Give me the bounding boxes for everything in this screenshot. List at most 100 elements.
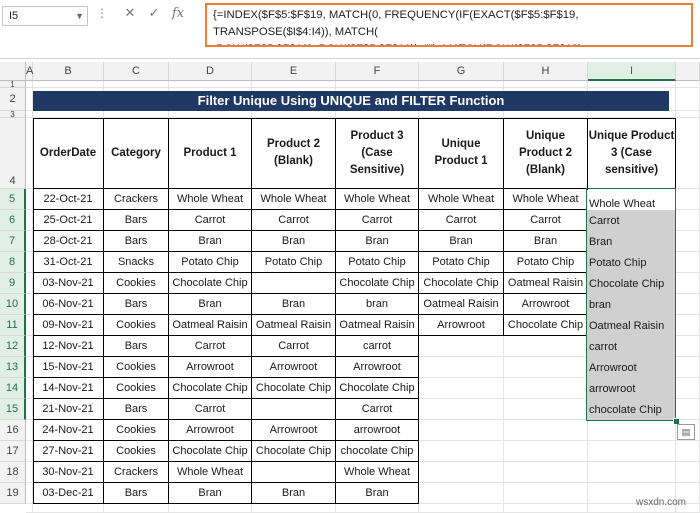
formula-input[interactable]: {=INDEX($F$5:$F$19, MATCH(0, FREQUENCY(I… <box>205 3 693 47</box>
table-cell: Oatmeal Raisin <box>336 315 419 336</box>
row-header-1[interactable]: 1 <box>0 81 26 88</box>
row-header-17[interactable]: 17 <box>0 441 26 462</box>
row-header-2[interactable]: 2 <box>0 88 26 111</box>
table-cell: Bars <box>104 294 169 315</box>
row-header-10[interactable]: 10 <box>0 294 26 315</box>
table-cell: 09-Nov-21 <box>33 315 104 336</box>
table-cell: Chocolate Chip <box>336 273 419 294</box>
separator-dots-icon[interactable]: ⋮ <box>96 6 109 20</box>
table-cell: 12-Nov-21 <box>33 336 104 357</box>
spill-cell[interactable]: Bran <box>587 231 676 252</box>
column-header-g[interactable]: G <box>419 62 504 81</box>
row-header-5[interactable]: 5 <box>0 189 26 210</box>
table-cell: Whole Wheat <box>336 189 419 210</box>
table-cell: Bran <box>336 483 419 504</box>
table-cell: 24-Nov-21 <box>33 420 104 441</box>
table-cell: Bars <box>104 231 169 252</box>
table-cell: 25-Oct-21 <box>33 210 104 231</box>
table-cell: Cookies <box>104 315 169 336</box>
table-cell: Chocolate Chip <box>419 273 504 294</box>
chevron-down-icon[interactable]: ▼ <box>75 7 84 25</box>
table-cell: 14-Nov-21 <box>33 378 104 399</box>
spill-cell[interactable]: Chocolate Chip <box>587 273 676 294</box>
table-cell: Crackers <box>104 462 169 483</box>
table-header-cell: Unique Product 1 <box>419 118 504 189</box>
spill-cell[interactable]: bran <box>587 294 676 315</box>
row-header-9[interactable]: 9 <box>0 273 26 294</box>
column-header-h[interactable]: H <box>504 62 588 81</box>
table-cell: 30-Nov-21 <box>33 462 104 483</box>
column-header-b[interactable]: B <box>33 62 104 81</box>
column-header-a[interactable]: A <box>26 62 33 81</box>
table-cell: Arrowroot <box>252 357 336 378</box>
spill-cell[interactable]: arrowroot <box>587 378 676 399</box>
column-header-f[interactable]: F <box>336 62 419 81</box>
spill-cell[interactable]: Whole Wheat <box>587 190 676 211</box>
spill-cell[interactable]: Oatmeal Raisin <box>587 315 676 336</box>
table-cell <box>252 399 336 420</box>
table-cell: Bran <box>252 483 336 504</box>
table-cell: 31-Oct-21 <box>33 252 104 273</box>
column-header-c[interactable]: C <box>104 62 169 81</box>
row-header-13[interactable]: 13 <box>0 357 26 378</box>
fx-icon[interactable]: fx <box>166 6 190 21</box>
row-header-15[interactable]: 15 <box>0 399 26 420</box>
column-header-d[interactable]: D <box>169 62 252 81</box>
row-header-3[interactable]: 3 <box>0 111 26 118</box>
table-cell: Oatmeal Raisin <box>252 315 336 336</box>
table-cell: Oatmeal Raisin <box>169 315 252 336</box>
table-cell: Whole Wheat <box>169 189 252 210</box>
spill-cell[interactable]: carrot <box>587 336 676 357</box>
table-cell: Carrot <box>252 336 336 357</box>
table-header-cell: Product 3 (Case Sensitive) <box>336 118 419 189</box>
table-cell: 21-Nov-21 <box>33 399 104 420</box>
row-header-7[interactable]: 7 <box>0 231 26 252</box>
column-header-e[interactable]: E <box>252 62 336 81</box>
table-cell: Whole Wheat <box>336 462 419 483</box>
table-cell: Cookies <box>104 357 169 378</box>
spill-cell[interactable]: Potato Chip <box>587 252 676 273</box>
row-header-16[interactable]: 16 <box>0 420 26 441</box>
row-header-8[interactable]: 8 <box>0 252 26 273</box>
check-icon[interactable]: ✓ <box>142 5 166 21</box>
spill-cell[interactable]: Arrowroot <box>587 357 676 378</box>
formula-bar: I5 ▼ ⋮ ✕ ✓ fx {=INDEX($F$5:$F$19, MATCH(0,… <box>0 0 700 59</box>
table-cell: Carrot <box>336 399 419 420</box>
table-cell: 22-Oct-21 <box>33 189 104 210</box>
table-cell: Bran <box>252 231 336 252</box>
paste-options-icon[interactable]: ▤ <box>677 424 695 440</box>
row-header-4[interactable]: 4 <box>0 118 26 189</box>
table-header-cell: Unique Product 2 (Blank) <box>504 118 588 189</box>
table-cell: 28-Oct-21 <box>33 231 104 252</box>
table-cell: Arrowroot <box>252 420 336 441</box>
row-header-12[interactable]: 12 <box>0 336 26 357</box>
table-cell: 03-Dec-21 <box>33 483 104 504</box>
table-cell: Carrot <box>169 210 252 231</box>
table-cell: Bran <box>252 294 336 315</box>
spill-cell[interactable]: Carrot <box>587 210 676 231</box>
x-icon[interactable]: ✕ <box>118 5 142 21</box>
table-cell: Potato Chip <box>169 252 252 273</box>
table-header-cell: Product 2 (Blank) <box>252 118 336 189</box>
table-cell: Cookies <box>104 420 169 441</box>
column-header-blank <box>676 62 700 81</box>
table-cell: Arrowroot <box>169 420 252 441</box>
row-header-6[interactable]: 6 <box>0 210 26 231</box>
table-cell: Carrot <box>169 399 252 420</box>
spill-cell[interactable]: chocolate Chip <box>587 399 676 420</box>
table-cell: Chocolate Chip <box>252 378 336 399</box>
name-box[interactable]: I5 ▼ <box>2 6 88 26</box>
row-header-18[interactable]: 18 <box>0 462 26 483</box>
table-cell: Bran <box>336 231 419 252</box>
row-header-14[interactable]: 14 <box>0 378 26 399</box>
table-cell: Chocolate Chip <box>336 378 419 399</box>
table-cell: Bran <box>169 294 252 315</box>
table-cell: 15-Nov-21 <box>33 357 104 378</box>
select-all-corner[interactable] <box>0 62 26 81</box>
table-cell: arrowroot <box>336 420 419 441</box>
row-header-11[interactable]: 11 <box>0 315 26 336</box>
table-cell: Carrot <box>504 210 588 231</box>
table-cell <box>252 462 336 483</box>
row-header-19[interactable]: 19 <box>0 483 26 504</box>
column-header-i[interactable]: I <box>588 62 676 81</box>
